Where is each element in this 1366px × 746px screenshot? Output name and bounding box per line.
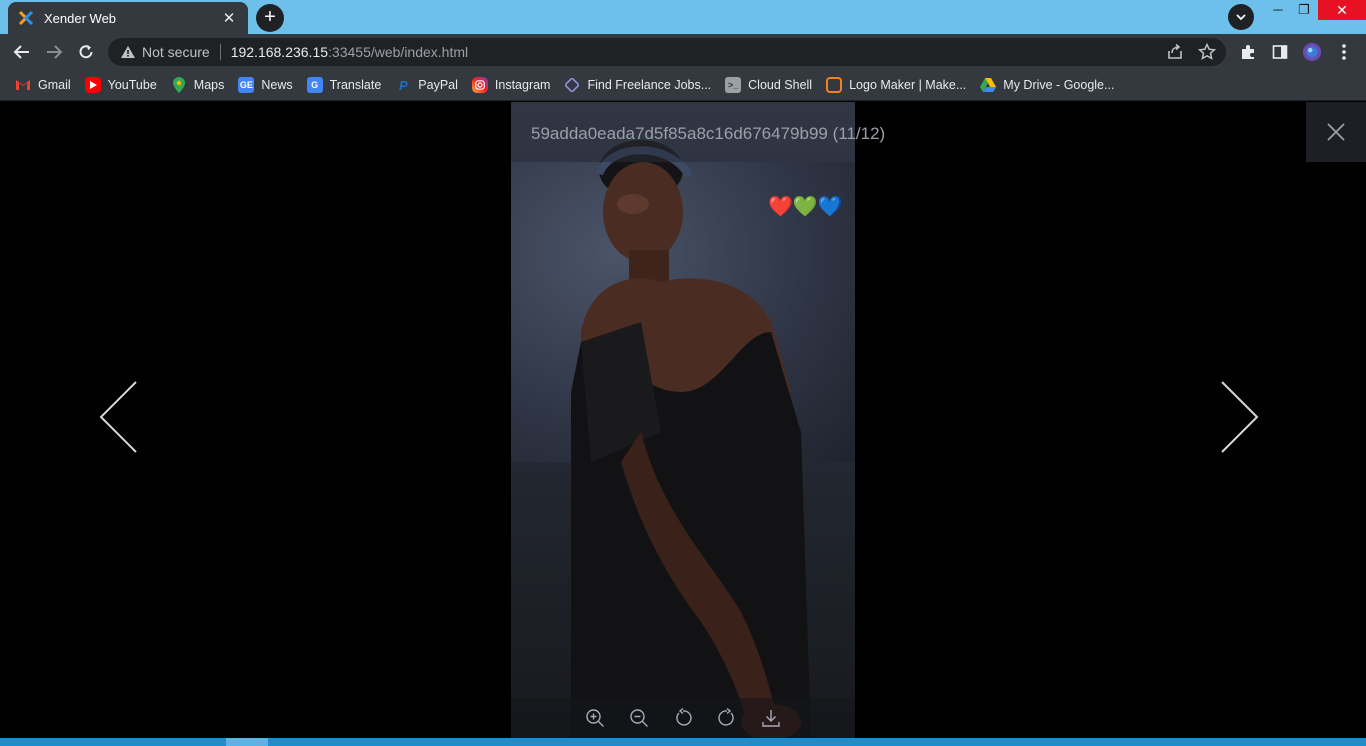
profile-avatar[interactable] (1302, 42, 1322, 62)
tab-xender-web[interactable]: Xender Web ✕ (8, 2, 248, 34)
bookmark-label: Find Freelance Jobs... (587, 78, 712, 92)
bookmark-youtube[interactable]: YouTube (78, 73, 164, 97)
reload-icon (79, 45, 93, 59)
reload-button[interactable] (74, 40, 98, 64)
bookmark-label: Maps (193, 78, 225, 92)
bookmark-instagram[interactable]: Instagram (465, 73, 558, 97)
translate-icon: G (306, 77, 323, 93)
url-path: :33455/web/index.html (328, 44, 469, 60)
youtube-icon (84, 77, 101, 93)
paypal-icon: P (398, 77, 408, 93)
tab-close-icon[interactable]: ✕ (220, 9, 238, 27)
logo-maker-icon (826, 77, 843, 93)
minimize-button[interactable]: ─ (1264, 0, 1292, 20)
bookmark-label: My Drive - Google... (1003, 78, 1115, 92)
gmail-icon (15, 77, 31, 93)
viewer-close-button[interactable] (1306, 102, 1366, 162)
new-tab-button[interactable]: + (256, 4, 284, 32)
share-icon[interactable] (1166, 43, 1184, 61)
url-host: 192.168.236.15 (230, 44, 329, 60)
viewer-toolbar (511, 698, 855, 738)
window-close-button[interactable]: ✕ (1318, 0, 1366, 20)
back-arrow-icon (13, 45, 29, 59)
freelance-icon (564, 77, 580, 93)
bookmark-label: Cloud Shell (748, 78, 813, 92)
cloud-shell-icon: >_ (725, 77, 742, 93)
maps-icon (171, 77, 187, 93)
instagram-icon (471, 77, 488, 93)
zoom-out-icon[interactable] (628, 707, 650, 729)
bookmark-label: Gmail (38, 78, 71, 92)
previous-arrow-icon[interactable] (98, 380, 138, 454)
news-icon: GE (238, 77, 255, 93)
next-arrow-icon[interactable] (1220, 380, 1260, 454)
bookmark-gmail[interactable]: Gmail (8, 73, 78, 97)
download-icon[interactable] (760, 707, 782, 729)
zoom-in-icon[interactable] (584, 707, 606, 729)
taskbar-active-app[interactable] (226, 738, 268, 746)
bookmark-label: Instagram (494, 78, 551, 92)
bookmark-drive[interactable]: My Drive - Google... (973, 73, 1121, 97)
omnibox-actions (1166, 43, 1216, 61)
bookmark-paypal[interactable]: P PayPal (388, 73, 465, 97)
bookmark-cloud-shell[interactable]: >_ Cloud Shell (718, 73, 819, 97)
rotate-right-icon[interactable] (716, 707, 738, 729)
bookmark-maps[interactable]: Maps (164, 73, 232, 97)
close-icon (1327, 123, 1345, 141)
viewer-title: 59adda0eada7d5f85a8c16d676479b99 (11/12) (531, 124, 886, 143)
side-panel-icon[interactable] (1270, 42, 1290, 62)
tab-title: Xender Web (44, 10, 117, 26)
bookmark-label: News (261, 78, 293, 92)
bookmark-label: YouTube (107, 78, 157, 92)
extensions-icon[interactable] (1238, 42, 1258, 62)
bookmarks-bar: Gmail YouTube Maps GE News G Translate P… (0, 70, 1366, 101)
bookmark-label: Translate (329, 78, 382, 92)
security-label[interactable]: Not secure (142, 44, 210, 60)
bookmark-freelance[interactable]: Find Freelance Jobs... (557, 73, 718, 97)
omnibox-divider (219, 44, 221, 60)
chevron-down-icon (1236, 14, 1246, 21)
bookmark-label: Logo Maker | Make... (849, 78, 967, 92)
bookmark-label: PayPal (418, 78, 458, 92)
photo-viewer: 59adda0eada7d5f85a8c16d676479b99 (11/12)… (0, 102, 1366, 738)
tab-search-button[interactable] (1228, 4, 1254, 30)
drive-icon (980, 77, 997, 93)
menu-kebab-icon[interactable] (1334, 42, 1354, 62)
address-bar[interactable]: Not secure 192.168.236.15 :33455/web/ind… (108, 38, 1226, 66)
rotate-left-icon[interactable] (672, 707, 694, 729)
bookmark-news[interactable]: GE News (231, 73, 299, 97)
back-button[interactable] (10, 40, 34, 64)
maximize-button[interactable]: ❐ (1290, 0, 1318, 20)
warning-icon (121, 46, 135, 58)
windows-taskbar (0, 738, 1366, 746)
bookmark-star-icon[interactable] (1198, 43, 1216, 61)
bookmark-translate[interactable]: G Translate (300, 73, 389, 97)
xender-logo-icon (18, 10, 34, 26)
tab-strip: Xender Web ✕ + ─ ❐ ✕ (0, 0, 1366, 34)
hearts-emoji-overlay: ❤️💚💙 (768, 196, 843, 218)
forward-button[interactable] (42, 40, 66, 64)
person-figure (571, 140, 811, 738)
bookmark-logo-maker[interactable]: Logo Maker | Make... (819, 73, 973, 97)
browser-toolbar: Not secure 192.168.236.15 :33455/web/ind… (0, 34, 1366, 70)
forward-arrow-icon (47, 45, 63, 59)
